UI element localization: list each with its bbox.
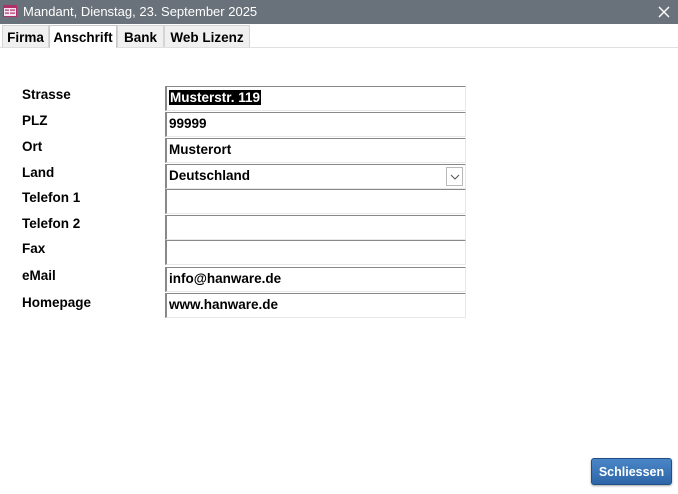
tab-anschrift[interactable]: Anschrift [49,25,117,48]
chevron-down-icon [450,174,459,180]
fax-field[interactable] [165,240,466,265]
plz-field[interactable]: 99999 [165,112,466,137]
window-close-button[interactable] [650,0,678,24]
ort-label: Ort [22,139,43,154]
form-app-icon [3,5,17,17]
tab-bank[interactable]: Bank [117,25,164,47]
strasse-field[interactable]: Musterstr. 119 [165,86,466,111]
ort-field[interactable]: Musterort [165,138,466,163]
strasse-value: Musterstr. 119 [169,90,262,105]
land-label: Land [22,165,55,180]
strasse-label: Strasse [22,87,71,102]
tab-bar: Firma Anschrift Bank Web Lizenz [0,24,678,48]
email-value: info@hanware.de [169,271,282,286]
land-value: Deutschland [169,168,251,183]
land-dropdown-button[interactable] [446,167,463,186]
homepage-label: Homepage [22,295,92,310]
tab-web-lizenz[interactable]: Web Lizenz [164,25,250,47]
email-field[interactable]: info@hanware.de [165,267,466,292]
telefon2-field[interactable] [165,215,466,240]
homepage-field[interactable]: www.hanware.de [165,293,466,318]
land-select[interactable]: Deutschland [165,164,466,189]
telefon1-label: Telefon 1 [22,190,81,205]
ort-value: Musterort [169,142,232,157]
fax-label: Fax [22,241,46,256]
title-bar: Mandant, Dienstag, 23. September 2025 [0,0,678,24]
plz-value: 99999 [169,116,207,131]
telefon2-label: Telefon 2 [22,216,81,231]
homepage-value: www.hanware.de [169,297,279,312]
tab-firma[interactable]: Firma [2,25,49,47]
close-icon [658,6,670,18]
email-label: eMail [22,268,56,283]
window-title: Mandant, Dienstag, 23. September 2025 [23,4,258,19]
plz-label: PLZ [22,113,48,128]
schliessen-button[interactable]: Schliessen [591,458,672,485]
telefon1-field[interactable] [165,189,466,214]
